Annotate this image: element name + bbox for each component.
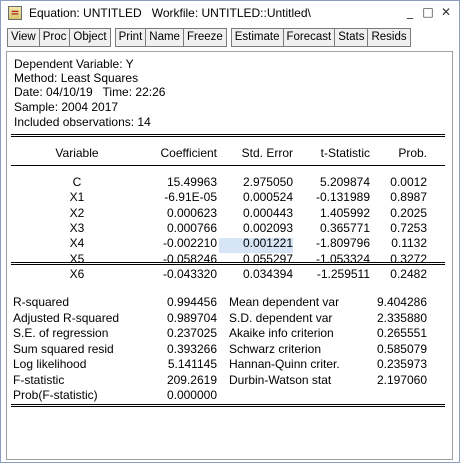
stat-value: 0.235973 [376,357,427,371]
stat-value: 0.237025 [166,326,217,340]
freeze-button[interactable]: Freeze [182,27,227,47]
observations-line: Included observations: 14 [14,115,151,129]
window-controls: _ □ ✕ [403,4,453,20]
coefficient-cell: -0.043320 [162,266,217,281]
variable-cell: C [72,175,82,189]
stat-label: Log likelihood [13,357,87,371]
variable-cell: X1 [69,190,85,205]
header-rule [11,165,445,166]
table-mid-rule [11,262,445,265]
stat-value: 209.2619 [166,372,217,387]
std-error-cell: 0.000524 [242,190,293,205]
table-bottom-rule [11,404,445,407]
std-error-cell: 0.002093 [242,220,293,235]
toolbar-group-object: View Proc Object [7,27,111,47]
std-error-cell: 0.001221 [242,236,293,251]
date-line: Date: 04/10/19 Time: 22:26 [14,85,166,99]
table-top-rule [11,134,445,137]
t-statistic-cell: 0.365771 [319,220,370,235]
close-button[interactable]: ✕ [439,4,453,20]
stat-value: 2.197060 [376,372,427,387]
stat-label: Adjusted R-squared [13,310,120,325]
forecast-button[interactable]: Forecast [282,27,335,47]
name-button[interactable]: Name [145,27,183,47]
toolbar: View Proc Object Print Name Freeze Estim… [7,27,415,47]
prob-cell: 0.8987 [390,190,427,205]
stat-value: 2.335880 [376,310,427,325]
coefficient-cell: 0.000623 [166,205,217,220]
stat-value: 0.585079 [376,341,427,356]
t-statistic-cell: -1.259511 [316,266,370,281]
stat-value: 0.393266 [166,341,217,356]
prob-cell: 0.2482 [390,266,427,281]
stat-value: 0.989704 [166,310,217,325]
std-error-cell: 0.000443 [242,205,293,220]
header-prob: Prob. [398,146,427,160]
stat-label: R-squared [13,295,70,309]
t-statistic-cell: 5.209874 [319,175,370,189]
maximize-button[interactable]: □ [421,4,435,20]
toolbar-group-output: Print Name Freeze [114,27,227,47]
t-statistic-cell: 1.405992 [319,205,370,220]
stat-value: 0.994456 [166,295,217,309]
print-button[interactable]: Print [114,27,146,47]
estimation-output[interactable]: Dependent Variable: Y Method: Least Squa… [6,51,453,460]
sample-line: Sample: 2004 2017 [14,100,119,114]
estimate-button[interactable]: Estimate [230,27,283,47]
header-variable: Variable [55,146,99,160]
stat-label: Sum squared resid [13,341,114,356]
equation-window: = Equation: UNTITLED Workfile: UNTITLED:… [0,0,460,463]
stat-label: F-statistic [13,372,65,387]
stat-value: 5.141145 [167,357,217,371]
variable-cell: X3 [69,220,85,235]
prob-cell: 0.1132 [391,236,427,251]
method-line: Method: Least Squares [14,71,139,85]
stat-label: Prob(F-statistic) [13,388,98,402]
t-statistic-cell: -1.809796 [315,236,370,251]
stat-value: 9.404286 [376,295,427,309]
resids-button[interactable]: Resids [367,27,411,47]
prob-cell: 0.2025 [390,205,427,220]
stat-label: S.E. of regression [13,326,109,340]
stat-value: 0.000000 [166,388,217,402]
minimize-button[interactable]: _ [403,4,417,20]
coefficient-cell: 15.49963 [166,175,217,189]
window-title: Equation: UNTITLED Workfile: UNTITLED::U… [29,6,311,20]
stat-value: 0.265551 [376,326,427,340]
coefficient-cell: -6.91E-05 [164,190,217,205]
coefficient-cell: 0.000766 [166,220,217,235]
variable-cell: X2 [69,205,85,220]
title-bar[interactable]: = Equation: UNTITLED Workfile: UNTITLED:… [1,1,459,25]
toolbar-group-equation: Estimate Forecast Stats Resids [230,27,411,47]
variable-cell: X4 [69,236,85,251]
object-button[interactable]: Object [69,27,111,47]
variable-cell: X6 [69,266,85,281]
std-error-cell: 0.034394 [242,266,293,281]
t-statistic-cell: -0.131989 [315,190,370,205]
prob-cell: 0.0012 [390,175,427,189]
equation-window-icon: = [8,6,22,20]
stats-button[interactable]: Stats [334,27,368,47]
header-std-error: Std. Error [241,146,293,160]
coefficient-cell: -0.002210 [162,236,217,251]
prob-cell: 0.7253 [390,220,427,235]
std-error-cell: 2.975050 [242,175,293,189]
header-coefficient: Coefficient [160,146,217,160]
header-t-statistic: t-Statistic [320,146,370,160]
dependent-variable-line: Dependent Variable: Y [14,57,134,71]
view-button[interactable]: View [7,27,39,47]
proc-button[interactable]: Proc [38,27,70,47]
